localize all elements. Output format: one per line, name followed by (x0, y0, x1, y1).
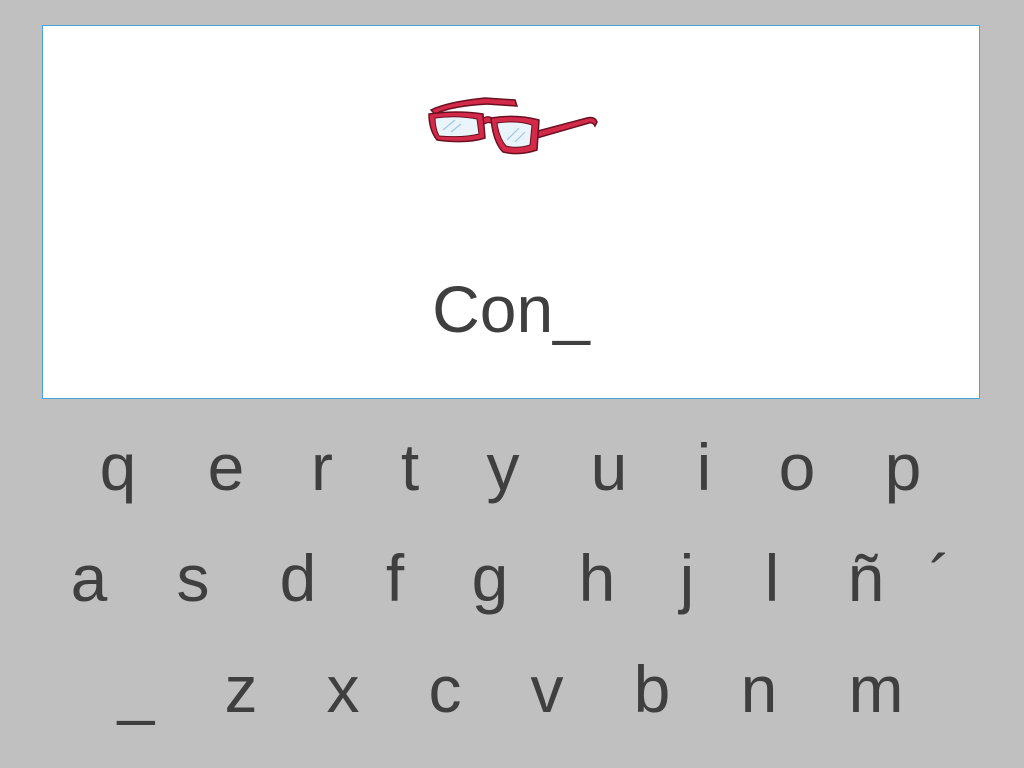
keyboard-row-1: q e r t y u i o p (0, 422, 1024, 512)
key-c[interactable]: c (405, 644, 485, 734)
key-m[interactable]: m (836, 644, 916, 734)
key-n[interactable]: n (719, 644, 799, 734)
key-g[interactable]: g (450, 533, 530, 623)
key-v[interactable]: v (507, 644, 587, 734)
key-b[interactable]: b (612, 644, 692, 734)
key-n-tilde[interactable]: ñ (826, 533, 906, 623)
glasses-icon (428, 97, 598, 155)
key-y[interactable]: y (463, 422, 543, 512)
key-d[interactable]: d (258, 533, 338, 623)
keyboard-row-3: _ z x c v b n m (0, 644, 1024, 734)
key-e[interactable]: e (186, 422, 266, 512)
key-x[interactable]: x (303, 644, 383, 734)
key-l[interactable]: l (732, 533, 812, 623)
key-q[interactable]: q (78, 422, 158, 512)
key-a[interactable]: a (49, 533, 129, 623)
key-f[interactable]: f (355, 533, 435, 623)
word-prompt: Con_ (432, 272, 590, 346)
key-j[interactable]: j (647, 533, 727, 623)
key-p[interactable]: p (863, 422, 943, 512)
key-i[interactable]: i (664, 422, 744, 512)
key-acute-accent[interactable]: ´ (900, 533, 980, 623)
key-r[interactable]: r (282, 422, 362, 512)
key-o[interactable]: o (757, 422, 837, 512)
key-t[interactable]: t (370, 422, 450, 512)
key-u[interactable]: u (569, 422, 649, 512)
word-card: Con_ (42, 25, 980, 399)
key-underscore[interactable]: _ (96, 644, 176, 734)
key-h[interactable]: h (557, 533, 637, 623)
key-s[interactable]: s (153, 533, 233, 623)
keyboard-row-2: a s d f g h j l ñ ´ (0, 533, 1024, 623)
key-z[interactable]: z (201, 644, 281, 734)
